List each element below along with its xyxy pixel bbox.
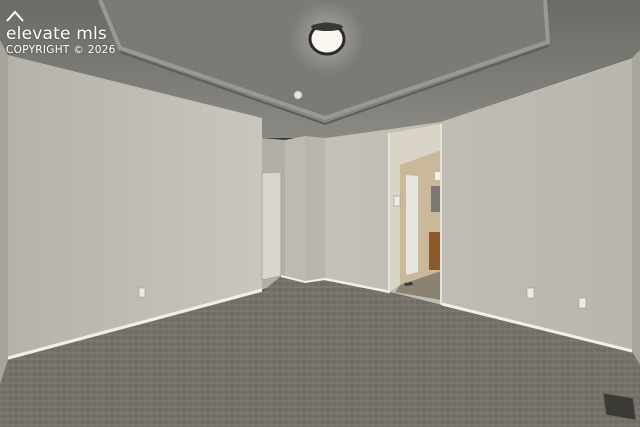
vanity [429,232,441,270]
thermostat [393,195,401,207]
smoke-detector-icon [293,90,303,100]
room-photo: elevate mls COPYRIGHT © 2026 [0,0,640,427]
far-left-edge [0,40,8,385]
outlet-left [138,287,146,298]
back-wall-center [305,136,325,282]
closet-door [261,171,282,281]
outlet-right-2 [578,297,587,309]
room-illustration [0,0,640,427]
outlet-right-1 [526,287,535,299]
light-fixture [435,172,440,180]
watermark: elevate mls COPYRIGHT © 2026 [6,10,116,56]
mirror [431,186,440,212]
watermark-brand: elevate mls [6,24,107,44]
house-roof-icon [6,10,24,22]
bath-door [406,175,418,275]
recess-wall [285,136,305,282]
watermark-copyright: COPYRIGHT © 2026 [6,44,116,56]
right-edge-strip [632,50,640,365]
ceiling-light-base [311,23,343,31]
